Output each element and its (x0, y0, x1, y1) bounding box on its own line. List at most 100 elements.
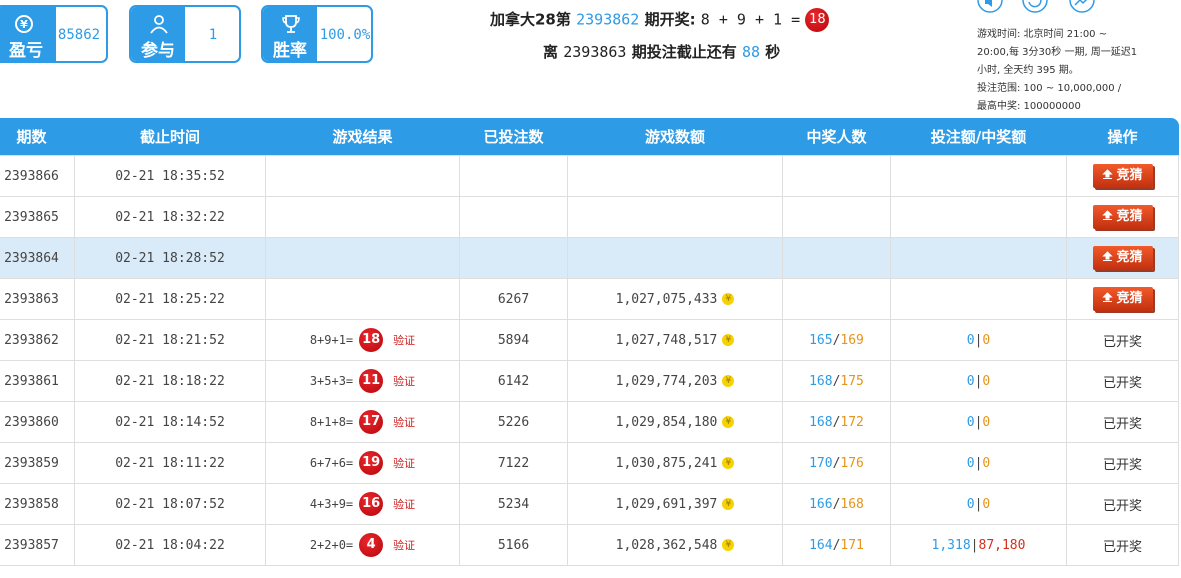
game-info: 游戏时间: 北京时间 21:00 ~ 20:00,每 3分30秒 一期, 周一延… (977, 29, 1138, 112)
bets-cell: 5894 (459, 319, 568, 361)
latest-result-ball: 18 (805, 8, 830, 32)
period-cell: 2393864 (0, 237, 75, 279)
latest-draw-headline: 加拿大28第 2393862 期开奖: 8 + 9 + 1 = 18 (490, 8, 830, 32)
result-ball: 18 (359, 328, 384, 352)
winners-cell (782, 278, 891, 320)
opened-status: 已开奖 (1102, 498, 1142, 514)
bet-win-cell: 0|0 (890, 319, 1067, 361)
table-row: 2393858 02-21 18:07:52 4+3+9= 16 验证 5234 1,029… (0, 483, 1179, 525)
trend-chart-icon[interactable] (1068, 0, 1096, 16)
sound-icon[interactable] (976, 0, 1004, 16)
result-formula: 8+9+1= (309, 333, 354, 347)
bet-button[interactable]: 竞猜 (1092, 205, 1153, 229)
amount-cell: 1,027,748,517 ¥ (567, 319, 783, 361)
winners-cell: 168/172 (782, 401, 891, 443)
result-ball: 11 (359, 369, 384, 393)
table-row: 2393866 02-21 18:35:52 竞猜 (0, 155, 1179, 197)
winners-cell (782, 155, 891, 197)
bet-win-cell (890, 155, 1067, 197)
bet-button[interactable]: 竞猜 (1092, 164, 1153, 188)
result-cell: 6+7+6= 19 验证 (265, 442, 460, 484)
result-ball: 4 (359, 533, 384, 557)
action-cell: 已开奖 (1066, 360, 1179, 402)
table-body: 2393866 02-21 18:35:52 竞猜 2393865 02-21 18:3… (0, 155, 1179, 566)
countdown: 离 2393863 期投注截止还有 88 秒 (543, 43, 781, 61)
period-cell: 2393866 (0, 155, 75, 197)
amount-cell: 1,029,774,203 ¥ (567, 360, 783, 402)
result-formula: 2+2+0= (309, 538, 354, 552)
winners-cell: 165/169 (782, 319, 891, 361)
period-cell: 2393857 (0, 524, 75, 566)
table-row: 2393864 02-21 18:28:52 竞猜 (0, 237, 1179, 279)
profit-stat: ¥ 盈亏 85862 (0, 5, 108, 63)
coin-icon: ¥ (722, 416, 735, 428)
upload-icon (1102, 169, 1114, 179)
period-cell: 2393858 (0, 483, 75, 525)
bets-cell: 5166 (459, 524, 568, 566)
amount-cell: 1,029,691,397 ¥ (567, 483, 783, 525)
table-row: 2393865 02-21 18:32:22 竞猜 (0, 196, 1179, 238)
verify-link[interactable]: 验证 (393, 414, 415, 430)
winners-cell: 166/168 (782, 483, 891, 525)
bet-win-cell (890, 196, 1067, 238)
upload-icon (1102, 210, 1114, 220)
bets-cell (459, 237, 568, 279)
user-icon (150, 15, 168, 34)
verify-link[interactable]: 验证 (393, 496, 415, 512)
opened-status: 已开奖 (1102, 375, 1142, 391)
column-header: 已投注数 (459, 118, 568, 156)
result-cell: 8+1+8= 17 验证 (265, 401, 460, 443)
deadline-cell: 02-21 18:11:22 (74, 442, 266, 484)
amount-cell (567, 237, 783, 279)
result-formula: 8+1+8= (309, 415, 354, 429)
bets-cell: 5226 (459, 401, 568, 443)
bets-cell: 6267 (459, 278, 568, 320)
winrate-stat: 胜率 100.0% (261, 5, 373, 63)
result-cell (265, 155, 460, 197)
upload-icon (1102, 251, 1114, 261)
bet-button[interactable]: 竞猜 (1092, 246, 1153, 270)
bet-win-cell: 0|0 (890, 442, 1067, 484)
table-row: 2393862 02-21 18:21:52 8+9+1= 18 验证 5894 1,027… (0, 319, 1179, 361)
deadline-cell: 02-21 18:04:22 (74, 524, 266, 566)
action-cell: 已开奖 (1066, 483, 1179, 525)
winrate-value: 100.0% (319, 27, 371, 43)
result-cell: 8+9+1= 18 验证 (265, 319, 460, 361)
participation-stat: 参与 1 (129, 5, 241, 63)
table-row: 2393860 02-21 18:14:52 8+1+8= 17 验证 5226 1,029… (0, 401, 1179, 443)
winners-cell (782, 237, 891, 279)
bet-button[interactable]: 竞猜 (1092, 287, 1153, 311)
toolbar (976, 0, 1106, 16)
countdown-seconds: 88 (741, 43, 761, 61)
action-cell: 竞猜 (1066, 196, 1179, 238)
period-cell: 2393863 (0, 278, 75, 320)
bet-win-cell (890, 278, 1067, 320)
verify-link[interactable]: 验证 (393, 373, 415, 389)
amount-cell: 1,028,362,548 ¥ (567, 524, 783, 566)
result-ball: 17 (359, 410, 384, 434)
action-cell: 已开奖 (1066, 401, 1179, 443)
verify-link[interactable]: 验证 (393, 455, 415, 471)
verify-link[interactable]: 验证 (393, 537, 415, 553)
table-row: 2393863 02-21 18:25:22 6267 1,027,075,433 ¥ 竞… (0, 278, 1179, 320)
bet-win-cell: 0|0 (890, 483, 1067, 525)
verify-link[interactable]: 验证 (393, 332, 415, 348)
opened-status: 已开奖 (1102, 539, 1142, 555)
column-header: 投注额/中奖额 (890, 118, 1067, 156)
action-cell: 已开奖 (1066, 524, 1179, 566)
profit-value: 85862 (57, 27, 101, 43)
period-cell: 2393861 (0, 360, 75, 402)
amount-cell: 1,030,875,241 ¥ (567, 442, 783, 484)
deadline-cell: 02-21 18:07:52 (74, 483, 266, 525)
refresh-icon[interactable] (1021, 0, 1049, 16)
action-cell: 已开奖 (1066, 319, 1179, 361)
column-header: 操作 (1066, 118, 1179, 156)
opened-status: 已开奖 (1102, 457, 1142, 473)
upload-icon (1102, 292, 1114, 302)
table-row: 2393859 02-21 18:11:22 6+7+6= 19 验证 7122 1,030… (0, 442, 1179, 484)
trophy-icon (282, 15, 300, 33)
column-header: 中奖人数 (782, 118, 891, 156)
winners-cell: 164/171 (782, 524, 891, 566)
amount-cell (567, 196, 783, 238)
opened-status: 已开奖 (1102, 416, 1142, 432)
